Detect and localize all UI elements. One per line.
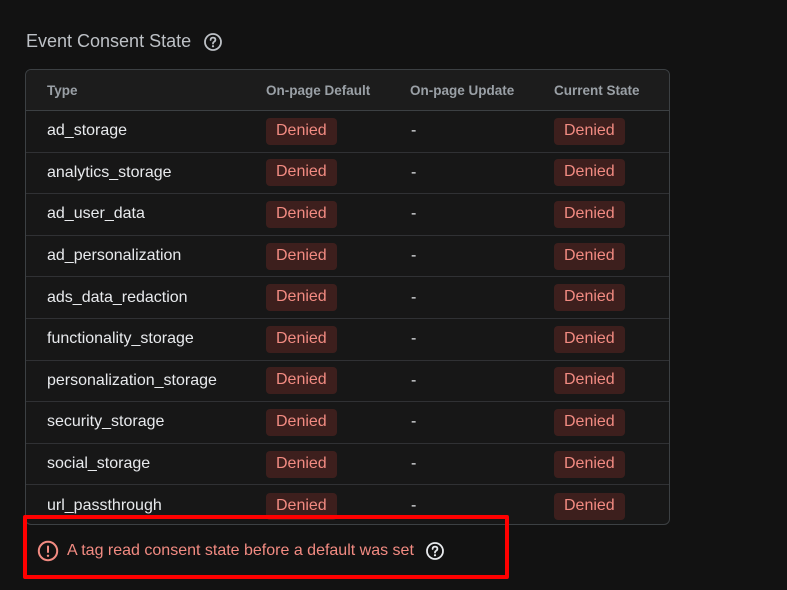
table-row: security_storage Denied - Denied: [26, 402, 669, 444]
update-value: -: [411, 497, 417, 515]
table-row: ads_data_redaction Denied - Denied: [26, 277, 669, 319]
update-value: -: [411, 205, 417, 223]
table-header: Type On-page Default On-page Update Curr…: [26, 70, 669, 111]
default-status-badge: Denied: [266, 200, 337, 228]
current-status-badge: Denied: [554, 284, 625, 312]
consent-type: personalization_storage: [47, 371, 217, 389]
update-value: -: [411, 163, 417, 181]
default-status-badge: Denied: [266, 242, 337, 270]
default-status-badge: Denied: [266, 325, 337, 353]
column-header-current: Current State: [554, 82, 640, 98]
table-body: ad_storage Denied - Denied analytics_storage…: [26, 111, 669, 524]
table-row: ad_user_data Denied - Denied: [26, 194, 669, 236]
consent-warning: A tag read consent state before a defaul…: [37, 540, 445, 562]
table-row: ad_storage Denied - Denied: [26, 111, 669, 153]
consent-type: ad_storage: [47, 122, 128, 140]
update-value: -: [411, 330, 417, 348]
current-status-badge: Denied: [554, 117, 625, 145]
update-value: -: [411, 455, 417, 473]
current-status-badge: Denied: [554, 367, 625, 395]
consent-type: functionality_storage: [47, 330, 194, 348]
consent-type: ad_personalization: [47, 247, 182, 265]
default-status-badge: Denied: [266, 450, 337, 478]
update-value: -: [411, 247, 417, 265]
help-circle-icon[interactable]: [203, 32, 223, 52]
update-value: -: [411, 122, 417, 140]
current-status-badge: Denied: [554, 325, 625, 353]
table-row: social_storage Denied - Denied: [26, 444, 669, 486]
update-value: -: [411, 413, 417, 431]
default-status-badge: Denied: [266, 117, 337, 145]
default-status-badge: Denied: [266, 367, 337, 395]
consent-type: ads_data_redaction: [47, 288, 188, 306]
current-status-badge: Denied: [554, 159, 625, 187]
column-header-update: On-page Update: [410, 82, 515, 98]
current-status-badge: Denied: [554, 200, 625, 228]
current-status-badge: Denied: [554, 408, 625, 436]
table-row: ad_personalization Denied - Denied: [26, 236, 669, 278]
current-status-badge: Denied: [554, 450, 625, 478]
section-header: Event Consent State: [26, 31, 223, 52]
section-title: Event Consent State: [26, 31, 192, 51]
update-value: -: [411, 371, 417, 389]
table-row: analytics_storage Denied - Denied: [26, 153, 669, 195]
default-status-badge: Denied: [266, 159, 337, 187]
column-header-type: Type: [47, 82, 78, 98]
warning-text: A tag read consent state before a defaul…: [67, 542, 414, 559]
current-status-badge: Denied: [554, 492, 625, 520]
error-circle-icon: [37, 540, 59, 562]
consent-type: ad_user_data: [47, 205, 145, 223]
current-status-badge: Denied: [554, 242, 625, 270]
update-value: -: [411, 288, 417, 306]
consent-type: url_passthrough: [47, 497, 162, 515]
consent-type: security_storage: [47, 413, 165, 431]
table-row: personalization_storage Denied - Denied: [26, 361, 669, 403]
consent-type: social_storage: [47, 455, 151, 473]
help-circle-icon[interactable]: [425, 541, 445, 561]
default-status-badge: Denied: [266, 408, 337, 436]
default-status-badge: Denied: [266, 284, 337, 312]
table-row: functionality_storage Denied - Denied: [26, 319, 669, 361]
consent-table: Type On-page Default On-page Update Curr…: [25, 69, 670, 525]
column-header-default: On-page Default: [266, 82, 371, 98]
consent-type: analytics_storage: [47, 163, 172, 181]
